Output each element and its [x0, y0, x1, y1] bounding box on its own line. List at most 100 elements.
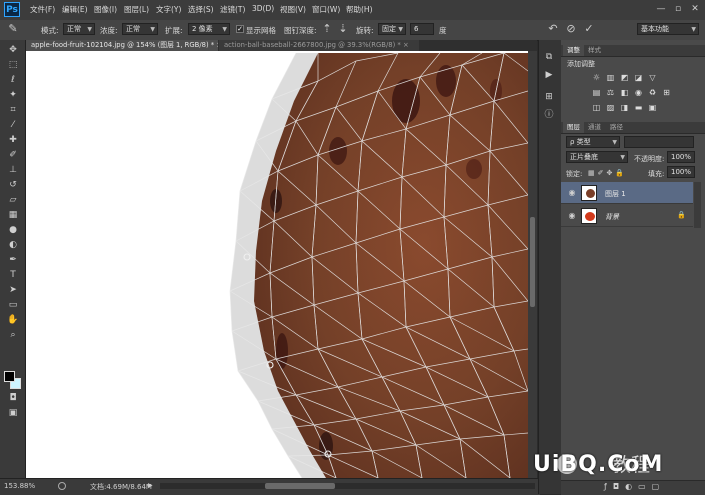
stamp-tool-icon[interactable]: ⊥ [6, 164, 20, 177]
menu-edit[interactable]: 编辑(E) [62, 4, 88, 15]
eye-icon[interactable]: ◉ [567, 211, 577, 221]
horizontal-scrollbar[interactable] [160, 483, 535, 489]
minimize-button[interactable]: — [655, 3, 667, 15]
hand-tool-icon[interactable]: ✋ [6, 314, 20, 327]
expand-field[interactable]: 2 像素 ▼ [188, 23, 230, 35]
horizontal-scroll-thumb[interactable] [265, 483, 335, 489]
density-select[interactable]: 正常 ▼ [122, 23, 158, 35]
tab-apple-food[interactable]: apple-food-fruit-102104.jpg @ 154% (图层 1… [26, 40, 218, 51]
marquee-tool-icon[interactable]: ⬚ [6, 59, 20, 72]
layer-filter-select[interactable]: ρ 类型 ▼ [566, 136, 620, 148]
layer-name[interactable]: 背景 [605, 212, 619, 222]
eyedropper-tool-icon[interactable]: ⁄ [6, 119, 20, 132]
menu-window[interactable]: 窗口(W) [312, 4, 340, 15]
zoom-tool-icon[interactable]: ⌕ [6, 329, 20, 342]
channel-mixer-icon[interactable]: ♻ [647, 88, 658, 98]
color-lookup-icon[interactable]: ⊞ [661, 88, 672, 98]
layers-scrollbar[interactable] [694, 182, 701, 228]
menu-view[interactable]: 视图(V) [280, 4, 306, 15]
tab-layers[interactable]: 图层 [563, 122, 584, 133]
curves-icon[interactable]: ◩ [619, 73, 630, 83]
show-mesh-checkbox[interactable]: ✓ [236, 25, 244, 33]
pen-tool-icon[interactable]: ✒ [6, 254, 20, 267]
rotate-angle-input[interactable]: 6 [410, 23, 434, 35]
layer-row-layer1[interactable]: ◉ 图层 1 [561, 182, 693, 204]
eraser-tool-icon[interactable]: ▱ [6, 194, 20, 207]
tab-baseball[interactable]: action-ball-baseball-2667800.jpg @ 39.3%… [219, 40, 419, 51]
tab-paths[interactable]: 路径 [610, 122, 623, 133]
hue-saturation-icon[interactable]: ▤ [591, 88, 602, 98]
document-canvas[interactable] [26, 51, 528, 478]
status-menu-arrow-icon[interactable]: ▶ [148, 482, 153, 489]
lasso-tool-icon[interactable]: ℓ [6, 74, 20, 87]
brush-panel-icon[interactable]: ⊞ [542, 90, 556, 104]
menu-type[interactable]: 文字(Y) [156, 4, 181, 15]
foreground-color-swatch-top[interactable] [4, 371, 15, 382]
maximize-button[interactable]: ▫ [672, 3, 684, 15]
workspace-select[interactable]: 基本功能 ▼ [637, 23, 699, 35]
menu-image[interactable]: 图像(I) [94, 4, 117, 15]
menu-help[interactable]: 帮助(H) [346, 4, 373, 15]
menu-3d[interactable]: 3D(D) [252, 4, 274, 13]
close-window-button[interactable]: ✕ [689, 3, 701, 15]
quick-select-tool-icon[interactable]: ✦ [6, 89, 20, 102]
actions-panel-icon[interactable]: ▶ [542, 68, 556, 82]
eye-icon[interactable]: ◉ [567, 188, 577, 198]
blur-tool-icon[interactable]: ● [6, 224, 20, 237]
dodge-tool-icon[interactable]: ◐ [6, 239, 20, 252]
close-icon[interactable]: × [216, 41, 218, 49]
menu-filter[interactable]: 滤镜(T) [220, 4, 245, 15]
menu-select[interactable]: 选择(S) [188, 4, 214, 15]
levels-icon[interactable]: ▥ [605, 73, 616, 83]
tab-adjustments[interactable]: 调整 [563, 45, 584, 56]
path-select-tool-icon[interactable]: ➤ [6, 284, 20, 297]
vibrance-icon[interactable]: ▽ [647, 73, 658, 83]
close-icon[interactable]: × [403, 41, 409, 49]
gradient-tool-icon[interactable]: ▦ [6, 209, 20, 222]
pin-backward-icon[interactable]: ⇣ [336, 22, 350, 36]
rotate-select[interactable]: 固定 ▼ [378, 23, 406, 35]
crop-tool-icon[interactable]: ⌗ [6, 104, 20, 117]
layer-name[interactable]: 图层 1 [605, 189, 626, 199]
fill-input[interactable]: 100% [667, 166, 695, 178]
tab-styles[interactable]: 样式 [588, 45, 601, 56]
threshold-icon[interactable]: ◨ [619, 103, 630, 113]
vertical-scroll-thumb[interactable] [530, 217, 535, 307]
quick-mask-icon[interactable]: ◘ [6, 392, 20, 405]
brightness-icon[interactable]: ☼ [591, 73, 602, 83]
layer-row-background[interactable]: ◉ 背景 🔒 [561, 205, 693, 227]
selective-color-icon[interactable]: ▣ [647, 103, 658, 113]
posterize-icon[interactable]: ▨ [605, 103, 616, 113]
layer-footer-icons[interactable]: ƒ◘◐▭▢ [604, 482, 665, 491]
tab-channels[interactable]: 通道 [588, 122, 601, 133]
type-tool-icon[interactable]: T [6, 269, 20, 282]
history-brush-tool-icon[interactable]: ↺ [6, 179, 20, 192]
commit-icon[interactable]: ✓ [582, 22, 596, 36]
zoom-level[interactable]: 153.88% [4, 482, 35, 490]
black-white-icon[interactable]: ◧ [619, 88, 630, 98]
shape-tool-icon[interactable]: ▭ [6, 299, 20, 312]
blend-mode-select[interactable]: 正片叠底 ▼ [566, 151, 628, 163]
menu-layer[interactable]: 图层(L) [124, 4, 149, 15]
photo-filter-icon[interactable]: ◉ [633, 88, 644, 98]
menu-file[interactable]: 文件(F) [30, 4, 55, 15]
info-panel-icon[interactable]: ⓘ [542, 108, 556, 122]
status-info-icon[interactable] [58, 482, 66, 490]
cancel-icon[interactable]: ⊘ [564, 22, 578, 36]
undo-icon[interactable]: ↶ [546, 22, 560, 36]
puppet-warp-tool-icon[interactable]: ✎ [6, 22, 20, 36]
gradient-map-icon[interactable]: ▬ [633, 103, 644, 113]
healing-tool-icon[interactable]: ✚ [6, 134, 20, 147]
opacity-input[interactable]: 100% [667, 151, 695, 163]
screen-mode-icon[interactable]: ▣ [6, 407, 20, 420]
layer-filter-icons[interactable] [624, 136, 694, 148]
exposure-icon[interactable]: ◪ [633, 73, 644, 83]
color-balance-icon[interactable]: ⚖ [605, 88, 616, 98]
pin-forward-icon[interactable]: ⇡ [320, 22, 334, 36]
invert-icon[interactable]: ◫ [591, 103, 602, 113]
move-tool-icon[interactable]: ✥ [6, 44, 20, 57]
history-panel-icon[interactable]: ⧉ [542, 50, 556, 64]
lock-icons[interactable]: ▦✐✥🔒 [588, 169, 627, 177]
mode-select[interactable]: 正常 ▼ [63, 23, 95, 35]
brush-tool-icon[interactable]: ✐ [6, 149, 20, 162]
